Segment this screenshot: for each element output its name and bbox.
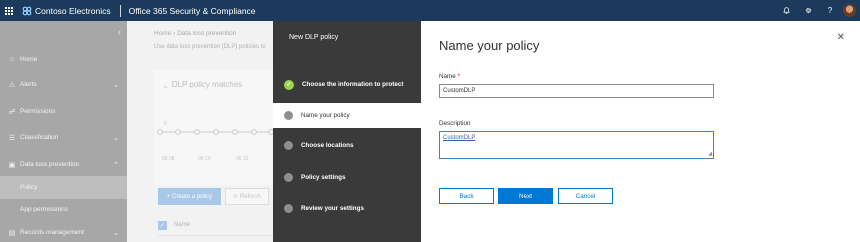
chart-point — [251, 129, 257, 135]
step-choose-information[interactable]: ✓ Choose the information to protect — [273, 72, 421, 97]
required-marker: * — [457, 73, 460, 80]
dlp-matches-card: ⌞ DLP policy matches 0 06 08 06 10 06 12 — [154, 70, 273, 185]
step-policy-settings[interactable]: Policy settings — [273, 165, 421, 190]
list-header: ✓ Name — [158, 218, 273, 232]
chevron-down-icon: ⌄ — [113, 81, 119, 89]
name-field-label: Name * — [439, 73, 460, 80]
chevron-down-icon: ⌄ — [113, 229, 119, 237]
name-field[interactable]: CustomDLP — [439, 84, 714, 98]
nav-item-alerts[interactable]: ⚠ Alerts ⌄ — [0, 73, 127, 96]
page-title: Name your policy — [439, 38, 540, 53]
suite-title[interactable]: Office 365 Security & Compliance — [129, 6, 256, 16]
top-bar: Contoso Electronics Office 365 Security … — [0, 0, 860, 21]
step-dot-icon — [284, 204, 293, 213]
home-icon: ⌂ — [9, 56, 15, 63]
description-field-label: Description — [439, 120, 471, 127]
dlp-icon: ▣ — [8, 161, 16, 169]
policy-form-panel: ✕ Name your policy Name * CustomDLP Desc… — [421, 21, 860, 242]
classification-icon: ☰ — [8, 134, 16, 142]
collapse-nav-icon[interactable]: ‹ — [118, 27, 121, 37]
nav-item-records-management[interactable]: ▤ Records management ⌄ — [0, 221, 127, 242]
chart-y-label: 0 — [164, 121, 167, 127]
chart-x-label: 06 12 — [236, 156, 249, 162]
cancel-button[interactable]: Cancel — [558, 188, 613, 204]
dlp-matches-chart: 0 06 08 06 10 06 12 — [157, 121, 273, 162]
chart-point — [194, 129, 200, 135]
divider — [119, 4, 121, 17]
create-policy-button[interactable]: + Create a policy — [158, 188, 221, 205]
alert-icon: ⚠ — [8, 81, 16, 89]
divider — [158, 235, 273, 236]
back-button[interactable]: Back — [439, 188, 494, 204]
next-button[interactable]: Next — [498, 188, 553, 204]
description-text: CustomDLP — [443, 135, 476, 141]
column-header-name[interactable]: Name — [174, 222, 190, 228]
nav-item-permissions[interactable]: ☍ Permissions — [0, 100, 127, 123]
resize-handle-icon[interactable]: ◢ — [708, 151, 712, 157]
app-launcher-icon[interactable] — [0, 0, 18, 21]
nav-item-classification[interactable]: ☰ Classification ⌄ — [0, 126, 127, 149]
nav-item-home[interactable]: ⌂ Home — [0, 48, 127, 71]
nav-item-app-permissions[interactable]: App permissions — [0, 198, 127, 221]
chevron-up-icon: ⌃ — [113, 161, 119, 169]
step-review-settings[interactable]: Review your settings — [273, 196, 421, 221]
step-dot-icon — [284, 173, 293, 182]
top-icons: ? — [775, 0, 860, 21]
help-icon[interactable]: ? — [819, 0, 841, 21]
records-icon: ▤ — [8, 229, 16, 237]
gear-icon[interactable] — [797, 0, 819, 21]
close-icon[interactable]: ✕ — [837, 32, 845, 43]
contoso-logo-icon — [22, 6, 32, 16]
bell-icon[interactable] — [775, 0, 797, 21]
page-description: Use data loss prevention (DLP) policies … — [154, 44, 266, 50]
wizard-steps-panel: New DLP policy ✓ Choose the information … — [273, 21, 421, 242]
permissions-icon: ☍ — [8, 108, 16, 116]
breadcrumb: Home › Data loss prevention — [154, 30, 237, 37]
nav-item-label: App permissions — [20, 206, 69, 213]
select-all-checkbox[interactable]: ✓ — [158, 220, 167, 230]
nav-item-label: Alerts — [20, 81, 37, 88]
name-label-text: Name — [439, 73, 456, 80]
description-field[interactable]: CustomDLP ◢ — [439, 131, 714, 159]
step-label: Review your settings — [301, 205, 364, 212]
chart-point — [175, 129, 181, 135]
step-label: Policy settings — [301, 174, 346, 181]
step-label: Name your policy — [301, 112, 350, 119]
nav-item-data-loss-prevention[interactable]: ▣ Data loss prevention ⌃ — [0, 153, 127, 176]
wizard-title: New DLP policy — [289, 34, 339, 41]
background-page: Home › Data loss prevention Use data los… — [127, 21, 273, 242]
refresh-button[interactable]: ↻ Refresh — [225, 188, 269, 205]
chart-x-label: 06 08 — [162, 156, 175, 162]
chart-point — [157, 129, 163, 135]
brand-name[interactable]: Contoso Electronics — [35, 6, 111, 16]
step-label: Choose locations — [301, 142, 354, 149]
step-dot-icon — [284, 141, 293, 150]
chart-x-label: 06 10 — [198, 156, 211, 162]
step-choose-locations[interactable]: Choose locations — [273, 133, 421, 158]
nav-item-label: Classification — [20, 134, 59, 141]
chart-point — [232, 129, 238, 135]
step-name-your-policy[interactable]: Name your policy — [273, 103, 421, 128]
left-nav: ‹ ⌂ Home ⚠ Alerts ⌄ ☍ Permissions ☰ Clas… — [0, 21, 127, 242]
nav-item-label: Home — [20, 56, 38, 63]
chevron-down-icon: ⌄ — [113, 134, 119, 142]
step-dot-icon — [284, 111, 293, 120]
avatar[interactable] — [843, 4, 856, 17]
chart-point — [213, 129, 219, 135]
checkmark-icon: ✓ — [284, 79, 294, 90]
nav-item-policy[interactable]: Policy — [0, 176, 127, 199]
nav-item-label: Data loss prevention — [20, 161, 80, 168]
nav-item-label: Records management — [20, 229, 84, 236]
nav-item-label: Permissions — [20, 108, 56, 115]
nav-item-label: Policy — [20, 184, 38, 191]
step-label: Choose the information to protect — [302, 81, 404, 88]
